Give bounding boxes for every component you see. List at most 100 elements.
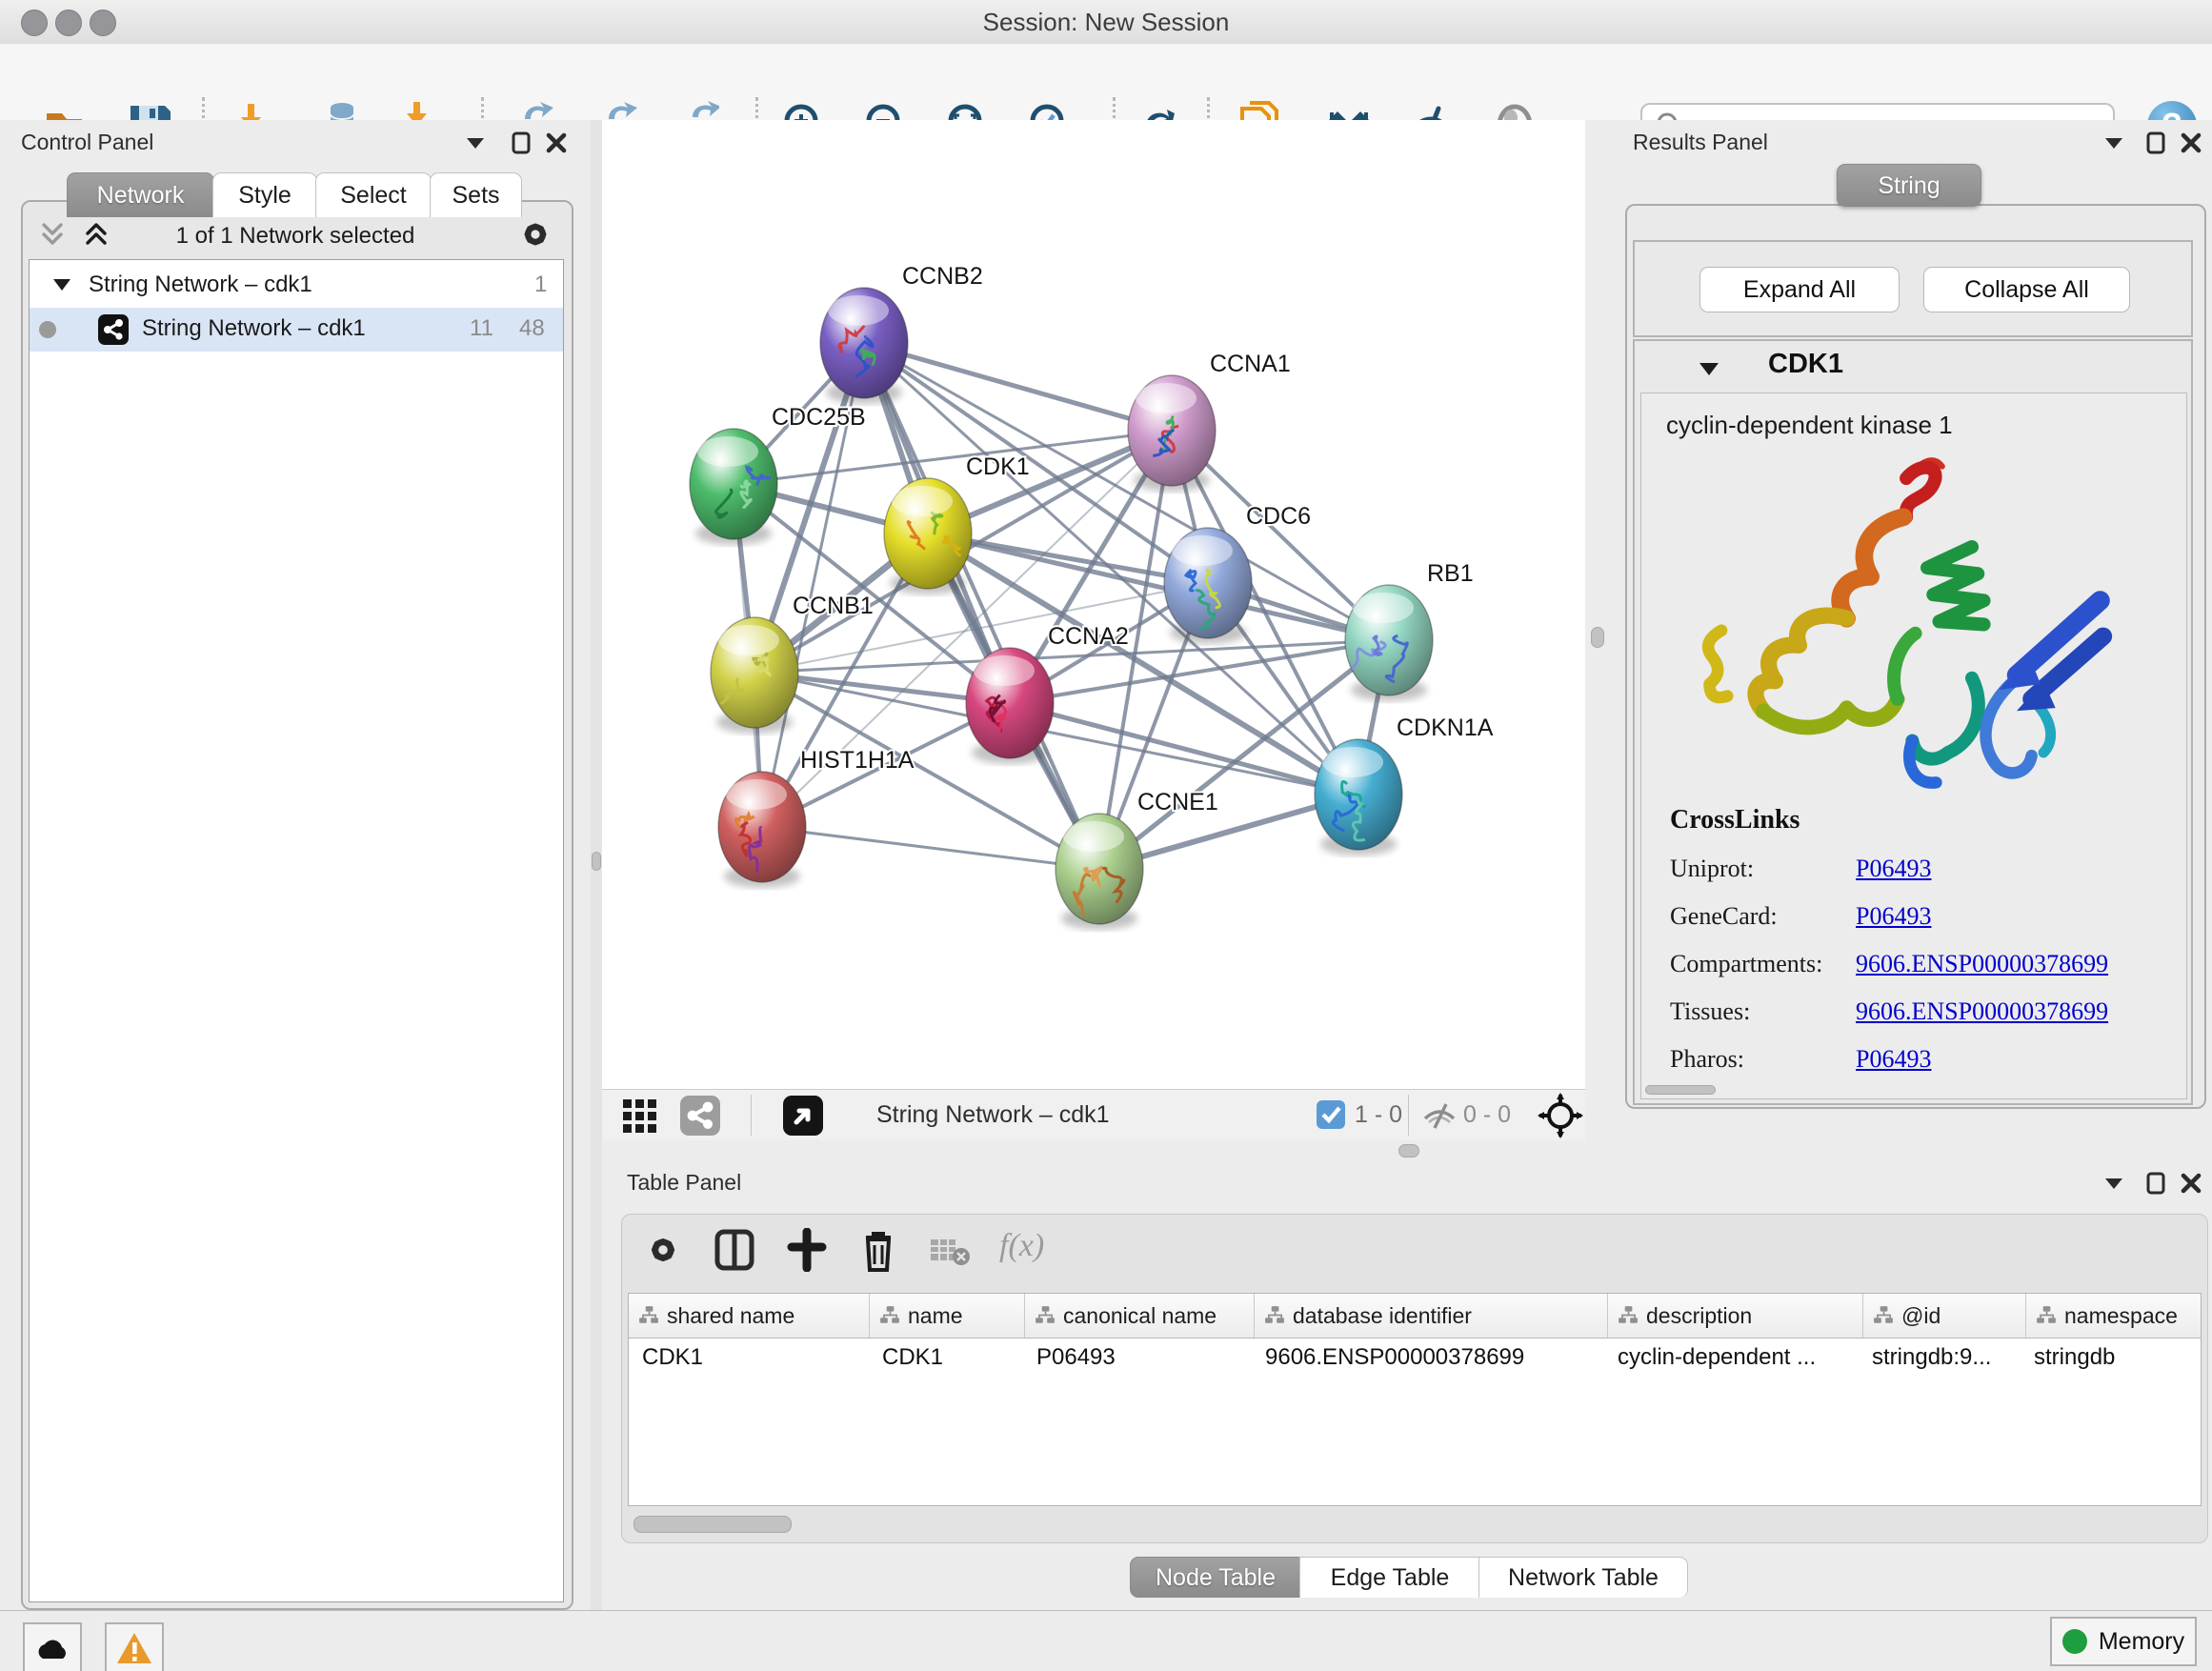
- close-panel-icon[interactable]: [545, 131, 568, 154]
- network-graph[interactable]: CCNB2CCNA1CDC25BCDK1CDC6RB1CCNB1CCNA2CDK…: [602, 120, 1585, 1089]
- delete-table-icon[interactable]: [929, 1236, 971, 1268]
- protein-structure-image: [1679, 454, 2127, 797]
- network-canvas[interactable]: CCNB2CCNA1CDC25BCDK1CDC6RB1CCNB1CCNA2CDK…: [602, 120, 1585, 1089]
- crosslink-link[interactable]: P06493: [1856, 855, 1931, 883]
- float-panel-icon[interactable]: [2145, 131, 2168, 154]
- splitter-grip[interactable]: [1398, 1144, 1419, 1158]
- column-header[interactable]: namespace: [2026, 1294, 2202, 1338]
- gene-symbol[interactable]: CDK1: [1768, 349, 2054, 380]
- function-builder-icon[interactable]: f(x): [999, 1228, 1044, 1264]
- gene-box-scrollbar[interactable]: [1645, 1085, 1716, 1095]
- fit-selected-icon[interactable]: [783, 1096, 823, 1136]
- expand-all-networks-icon[interactable]: [80, 219, 112, 252]
- close-panel-icon[interactable]: [2180, 131, 2202, 154]
- crosslinks-section: CrossLinks Uniprot:P06493GeneCard:P06493…: [1670, 805, 2165, 1074]
- birdseye-crosshair-icon[interactable]: [1538, 1093, 1583, 1138]
- crosslink-label: GeneCard:: [1670, 902, 1856, 931]
- crosslink-link[interactable]: P06493: [1856, 1045, 1931, 1074]
- selected-checkbox-icon[interactable]: [1317, 1100, 1345, 1129]
- memory-button[interactable]: Memory: [2050, 1617, 2197, 1666]
- network-view-title: String Network – cdk1: [876, 1101, 1110, 1129]
- table-cell[interactable]: cyclin-dependent ...: [1604, 1339, 1859, 1377]
- node-label: CDC6: [1246, 503, 1311, 530]
- table-cell[interactable]: CDK1: [869, 1339, 1023, 1377]
- gear-icon[interactable]: [516, 215, 554, 253]
- crosslink-label: Compartments:: [1670, 950, 1856, 978]
- column-header[interactable]: shared name: [629, 1294, 870, 1338]
- column-header[interactable]: canonical name: [1025, 1294, 1255, 1338]
- network-share-view-icon[interactable]: [680, 1096, 720, 1136]
- vertical-splitter-right[interactable]: [1585, 120, 1610, 1158]
- column-type-icon: [2036, 1305, 2057, 1326]
- cloud-status-button[interactable]: [23, 1622, 82, 1671]
- table-cell[interactable]: stringdb: [2021, 1339, 2202, 1377]
- tab-network[interactable]: Network: [67, 172, 214, 217]
- vertical-splitter-left[interactable]: [591, 120, 602, 1610]
- collapse-all-button[interactable]: Collapse All: [1923, 267, 2130, 312]
- warnings-button[interactable]: [105, 1622, 164, 1671]
- collapse-panel-icon[interactable]: [2101, 1172, 2126, 1193]
- table-panel: Table Panel f(x): [602, 1160, 2212, 1610]
- column-type-icon: [879, 1305, 900, 1326]
- tab-edge-table[interactable]: Edge Table: [1299, 1557, 1480, 1598]
- node-label: CCNB1: [793, 593, 874, 619]
- node-label: CCNA1: [1210, 351, 1291, 377]
- grid-view-icon[interactable]: [621, 1097, 663, 1134]
- tab-select[interactable]: Select: [315, 172, 432, 217]
- results-panel: Results Panel String Expand All Collapse…: [1610, 120, 2212, 1158]
- table-h-scrollbar[interactable]: [633, 1516, 792, 1533]
- column-header[interactable]: name: [870, 1294, 1025, 1338]
- hidden-count: 0 - 0: [1463, 1101, 1511, 1129]
- collapse-panel-icon[interactable]: [463, 131, 488, 152]
- node-table: shared namenamecanonical namedatabase id…: [628, 1293, 2202, 1506]
- table-header-row: shared namenamecanonical namedatabase id…: [629, 1294, 2201, 1339]
- node-label: CCNE1: [1137, 789, 1218, 815]
- tab-string-results[interactable]: String: [1837, 164, 1981, 207]
- node-label: CDK1: [966, 453, 1030, 480]
- tab-style[interactable]: Style: [212, 172, 317, 217]
- splitter-grip[interactable]: [592, 852, 601, 871]
- gene-disclosure-icon[interactable]: [1696, 358, 1722, 379]
- hidden-eye-slash-icon: [1421, 1101, 1458, 1130]
- network-collection-row[interactable]: String Network – cdk1 1: [30, 264, 563, 308]
- network-edge[interactable]: [1010, 703, 1358, 795]
- table-cell[interactable]: stringdb:9...: [1859, 1339, 2021, 1377]
- close-panel-icon[interactable]: [2180, 1172, 2202, 1195]
- crosslink-link[interactable]: 9606.ENSP00000378699: [1856, 950, 2108, 978]
- splitter-grip[interactable]: [1591, 627, 1604, 648]
- crosslink-link[interactable]: 9606.ENSP00000378699: [1856, 997, 2108, 1026]
- column-type-icon: [638, 1305, 659, 1326]
- crosslink-row: Tissues:9606.ENSP00000378699: [1670, 997, 2165, 1026]
- float-panel-icon[interactable]: [511, 131, 533, 154]
- title-bar: Session: New Session: [0, 0, 2212, 45]
- show-columns-icon[interactable]: [714, 1228, 755, 1272]
- float-panel-icon[interactable]: [2145, 1172, 2168, 1195]
- crosslink-link[interactable]: P06493: [1856, 902, 1931, 931]
- column-header[interactable]: database identifier: [1255, 1294, 1608, 1338]
- current-network-dot-icon: [39, 321, 56, 338]
- tab-sets[interactable]: Sets: [430, 172, 522, 217]
- node-label: CCNA2: [1048, 623, 1129, 650]
- network-type-icon: [98, 314, 129, 345]
- table-cell[interactable]: P06493: [1023, 1339, 1252, 1377]
- column-header[interactable]: @id: [1863, 1294, 2026, 1338]
- node-label: CCNB2: [902, 263, 983, 290]
- network-edge[interactable]: [864, 343, 1099, 869]
- network-edge[interactable]: [762, 827, 1099, 869]
- disclosure-triangle-icon[interactable]: [50, 275, 73, 294]
- delete-column-icon[interactable]: [858, 1226, 898, 1274]
- collapse-panel-icon[interactable]: [2101, 131, 2126, 152]
- table-cell[interactable]: CDK1: [629, 1339, 869, 1377]
- tab-network-table[interactable]: Network Table: [1478, 1557, 1688, 1598]
- collapse-all-networks-icon[interactable]: [36, 219, 69, 252]
- network-selection-status: 1 of 1 Network selected: [114, 223, 476, 250]
- network-row-selected[interactable]: String Network – cdk1 11 48: [30, 308, 563, 352]
- table-row[interactable]: CDK1CDK1P064939606.ENSP00000378699cyclin…: [629, 1339, 2201, 1377]
- expand-all-button[interactable]: Expand All: [1699, 267, 1900, 312]
- column-header[interactable]: description: [1608, 1294, 1863, 1338]
- tab-node-table[interactable]: Node Table: [1130, 1557, 1301, 1598]
- table-gear-icon[interactable]: [643, 1230, 683, 1270]
- node-label: CDC25B: [772, 404, 866, 431]
- add-column-icon[interactable]: [786, 1228, 828, 1272]
- table-cell[interactable]: 9606.ENSP00000378699: [1252, 1339, 1604, 1377]
